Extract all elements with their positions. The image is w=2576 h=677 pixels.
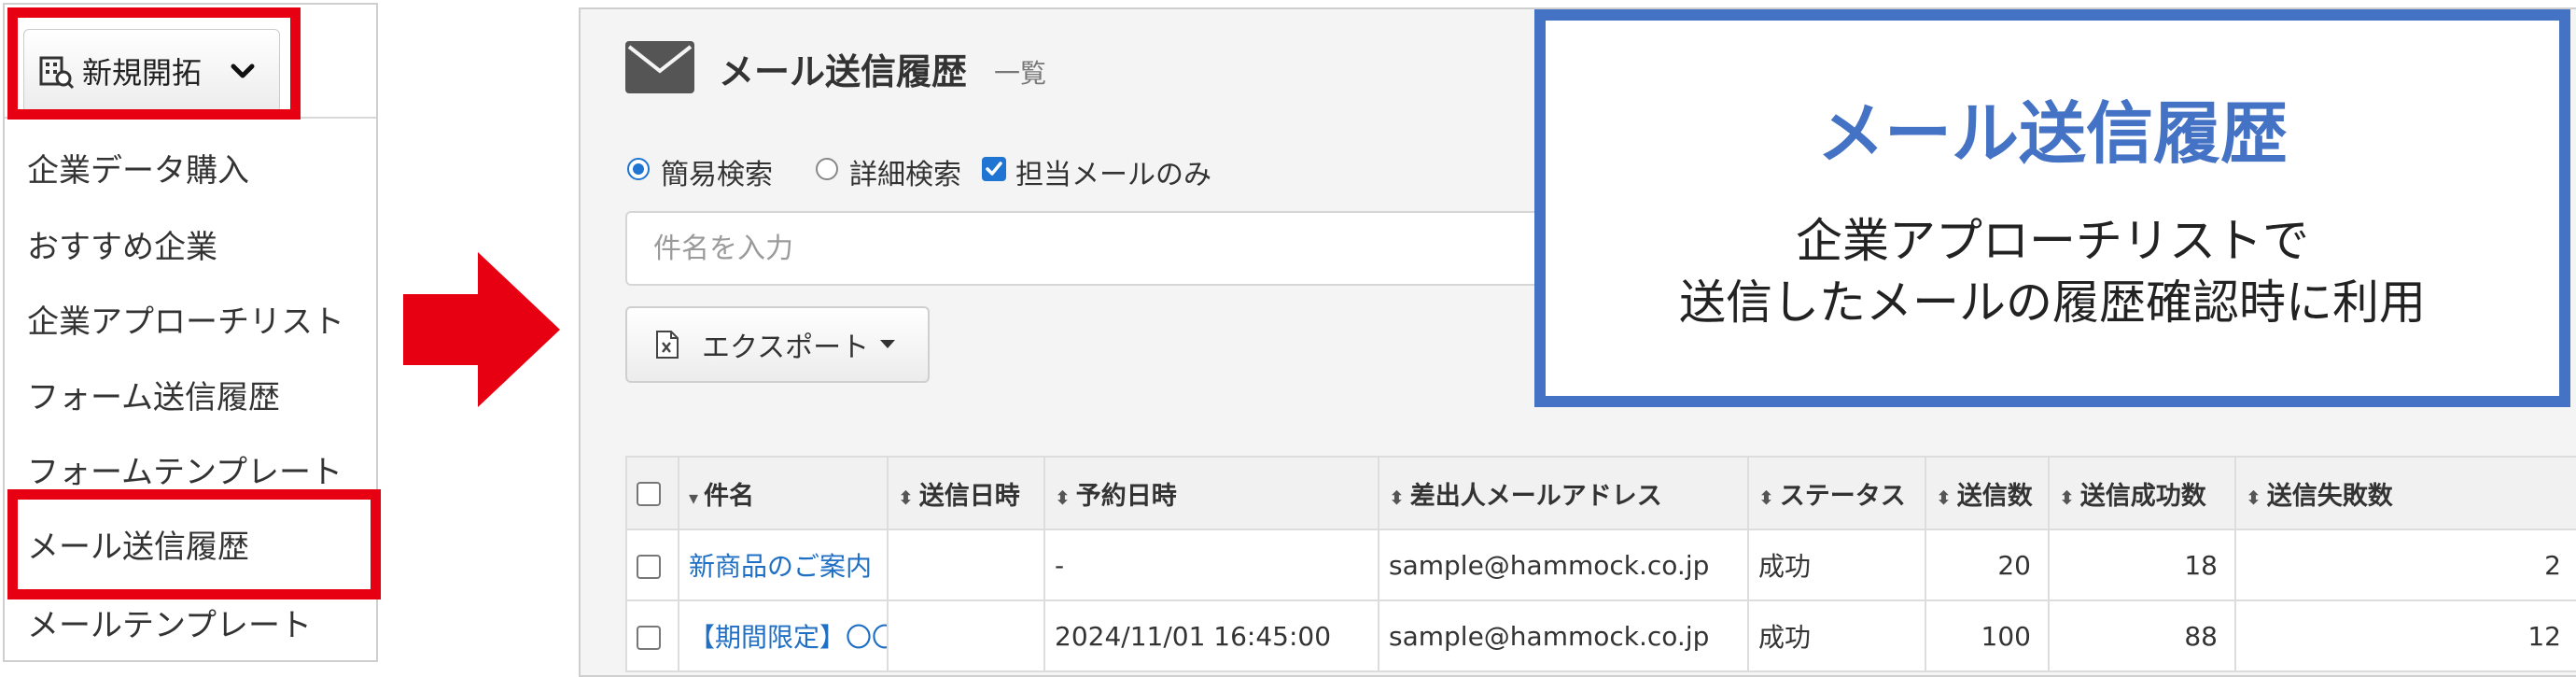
- sender-address-cell: sample@hammock.co.jp: [1378, 599, 1749, 672]
- envelope-icon: [625, 41, 694, 93]
- column-header-sender-address[interactable]: ⬍ 差出人メールアドレス: [1378, 456, 1749, 530]
- detail-search-label: 詳細検索: [849, 159, 961, 191]
- sort-icon: ⬍: [1055, 486, 1071, 509]
- failure-count-cell: 12: [2234, 599, 2576, 672]
- sent-count-cell: 20: [1925, 529, 2050, 601]
- menu-item-mail-template[interactable]: メールテンプレート: [27, 599, 312, 645]
- menu-item-company-data-purchase[interactable]: 企業データ購入: [27, 145, 249, 190]
- sent-at-cell: [887, 529, 1045, 601]
- mail-history-table: ▾ 件名 ⬍ 送信日時 ⬍ 予約日時 ⬍ 差出人メールアドレス ⬍ ステータス ⬍ 送信数 …: [625, 456, 2576, 672]
- select-all-cell: [625, 456, 679, 530]
- success-count-cell: 18: [2048, 529, 2236, 601]
- column-header-failure-count[interactable]: ⬍ 送信失敗数: [2234, 456, 2576, 530]
- sort-desc-icon: ▾: [689, 486, 699, 509]
- sort-icon: ⬍: [2246, 486, 2261, 509]
- sort-icon: ⬍: [2059, 486, 2075, 509]
- simple-search-label: 簡易検索: [661, 159, 773, 191]
- callout-description-line2: 送信したメールの履歴確認時に利用: [1679, 275, 2426, 330]
- failure-count-cell: 2: [2234, 529, 2576, 601]
- page-title: メール送信履歴: [719, 51, 968, 92]
- sent-count-cell: 100: [1925, 599, 2050, 672]
- column-header-sent-at[interactable]: ⬍ 送信日時: [887, 456, 1045, 530]
- sender-address-cell: sample@hammock.co.jp: [1378, 529, 1749, 601]
- status-cell: 成功: [1747, 529, 1926, 601]
- status-cell: 成功: [1747, 599, 1926, 672]
- table-row: 新商品のご案内 - sample@hammock.co.jp 成功 20 18 …: [625, 529, 2576, 601]
- own-mail-only-label: 担当メールのみ: [1015, 159, 1211, 191]
- table-row: 【期間限定】〇〇のご案内 2024/11/01 16:45:00 sample@…: [625, 599, 2576, 672]
- export-button[interactable]: エクスポート: [625, 306, 930, 383]
- checkmark-icon: [986, 162, 1002, 176]
- row-checkbox[interactable]: [637, 554, 661, 579]
- row-select-cell: [625, 529, 679, 601]
- callout-title: メール送信履歴: [1816, 94, 2288, 173]
- table-header-row: ▾ 件名 ⬍ 送信日時 ⬍ 予約日時 ⬍ 差出人メールアドレス ⬍ ステータス ⬍ 送信数 …: [625, 456, 2576, 530]
- export-button-label: エクスポート: [702, 331, 870, 364]
- explanation-callout: メール送信履歴 企業アプローチリストで 送信したメールの履歴確認時に利用: [1534, 9, 2570, 407]
- sort-icon: ⬍: [1758, 486, 1774, 509]
- scheduled-at-cell: 2024/11/01 16:45:00: [1043, 599, 1379, 672]
- select-all-checkbox[interactable]: [637, 482, 661, 506]
- subject-link[interactable]: 【期間限定】〇〇のご案内: [678, 599, 889, 672]
- column-header-success-count[interactable]: ⬍ 送信成功数: [2048, 456, 2236, 530]
- caret-down-icon: [880, 340, 896, 348]
- sent-at-cell: [887, 599, 1045, 672]
- column-header-status[interactable]: ⬍ ステータス: [1747, 456, 1926, 530]
- own-mail-only-checkbox[interactable]: [982, 157, 1006, 181]
- row-checkbox[interactable]: [637, 625, 661, 650]
- menu-item-form-template[interactable]: フォームテンプレート: [27, 446, 343, 492]
- highlight-box-menu-button: [7, 7, 301, 120]
- detail-search-radio[interactable]: [816, 158, 838, 180]
- scheduled-at-cell: -: [1043, 529, 1379, 601]
- column-header-sent-count[interactable]: ⬍ 送信数: [1925, 456, 2050, 530]
- simple-search-radio[interactable]: [627, 158, 650, 180]
- sort-icon: ⬍: [898, 486, 914, 509]
- highlight-box-mail-history-item: [7, 489, 381, 599]
- page-subtitle: 一覧: [994, 58, 1047, 89]
- menu-item-recommended-companies[interactable]: おすすめ企業: [27, 221, 217, 267]
- column-header-subject[interactable]: ▾ 件名: [678, 456, 889, 530]
- sort-icon: ⬍: [1936, 486, 1952, 509]
- menu-item-company-approach-list[interactable]: 企業アプローチリスト: [27, 296, 344, 342]
- menu-item-form-send-history[interactable]: フォーム送信履歴: [27, 372, 280, 417]
- column-header-scheduled-at[interactable]: ⬍ 予約日時: [1043, 456, 1379, 530]
- row-select-cell: [625, 599, 679, 672]
- sort-icon: ⬍: [1389, 486, 1405, 509]
- callout-description-line1: 企業アプローチリストで: [1796, 214, 2309, 268]
- success-count-cell: 88: [2048, 599, 2236, 672]
- subject-link[interactable]: 新商品のご案内: [678, 529, 889, 601]
- right-arrow-icon: [403, 252, 560, 407]
- excel-file-icon: [656, 331, 679, 359]
